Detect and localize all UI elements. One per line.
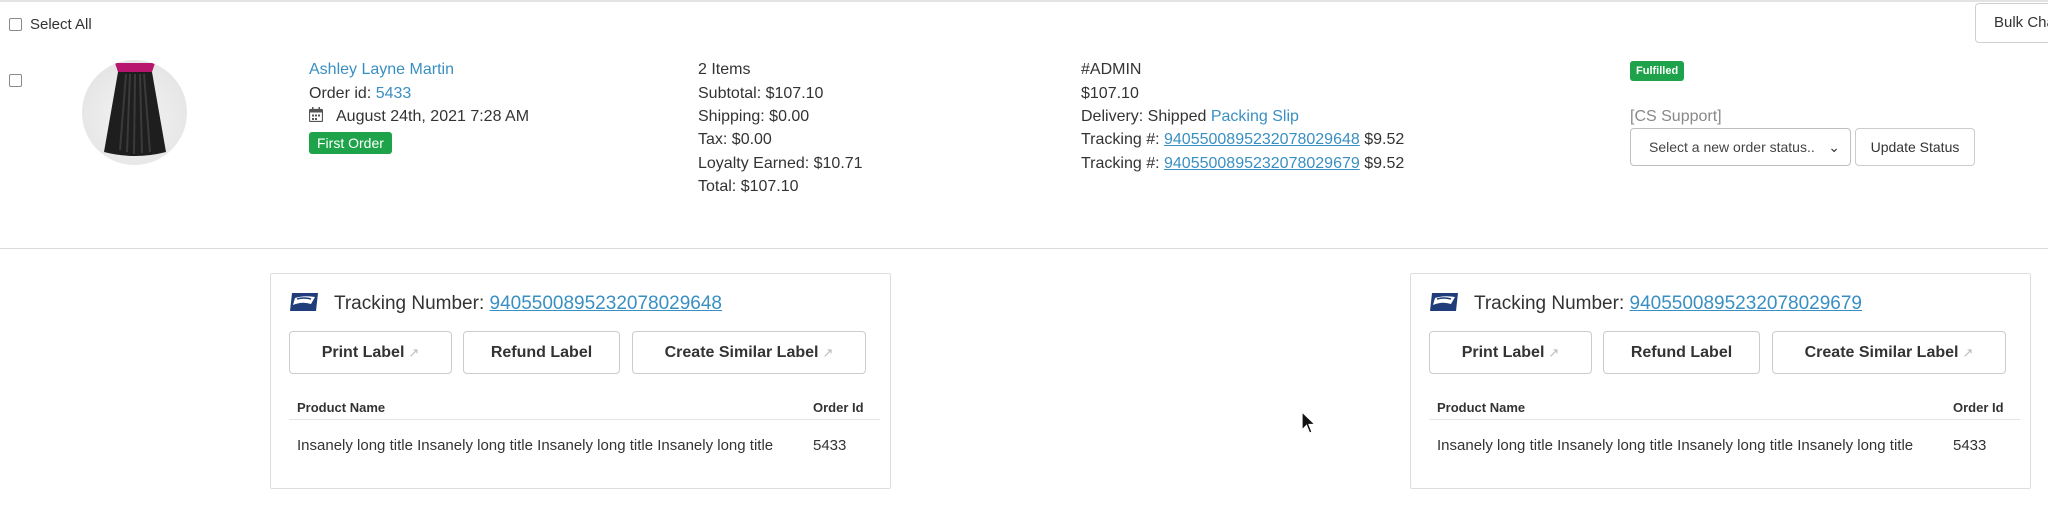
usps-logo-icon (289, 292, 319, 312)
product-name-cell: Insanely long title Insanely long title … (1437, 437, 1914, 454)
tracking-number-row: Tracking Number: 9405500895232078029648 (289, 291, 722, 317)
tracking-line-2: Tracking #: 9405500895232078029679 $9.52 (1081, 154, 1404, 174)
order-id-cell: 5433 (1953, 437, 1987, 454)
create-similar-label-text: Create Similar Label (1804, 344, 1959, 361)
select-all-label: Select All (30, 16, 92, 33)
mouse-cursor-icon (1301, 410, 1317, 435)
tracking-number-label: Tracking Number: (333, 293, 485, 314)
order-date: August 24th, 2021 7:28 AM (336, 108, 530, 125)
external-link-icon: ↗ (408, 345, 420, 360)
select-all-checkbox[interactable] (9, 18, 22, 31)
print-label-button[interactable]: Print Label ↗ (289, 331, 452, 374)
create-similar-label-text: Create Similar Label (664, 344, 819, 361)
tracking-label: Tracking #: (1081, 155, 1160, 172)
shipping-label-card: Tracking Number: 9405500895232078029648 … (270, 273, 891, 489)
external-link-icon: ↗ (822, 345, 834, 360)
product-name-cell: Insanely long title Insanely long title … (297, 437, 774, 454)
create-similar-label-button[interactable]: Create Similar Label ↗ (1772, 331, 2006, 374)
col-order-id: Order Id (1953, 400, 2004, 415)
tracking-line-1: Tracking #: 9405500895232078029648 $9.52 (1081, 130, 1404, 150)
order-status-select[interactable]: Select a new order status.. ⌄ (1630, 128, 1851, 166)
col-product-name: Product Name (297, 400, 386, 415)
total: Total: $107.10 (698, 178, 799, 195)
order-amount: $107.10 (1081, 85, 1139, 102)
order-id-cell: 5433 (813, 437, 847, 454)
tracking-label: Tracking #: (1081, 131, 1160, 148)
tax: Tax: $0.00 (698, 131, 772, 148)
external-link-icon: ↗ (1548, 345, 1560, 360)
print-label-text: Print Label (321, 344, 405, 361)
tracking-link-1[interactable]: 9405500895232078029648 (1164, 131, 1360, 148)
items-count: 2 Items (698, 61, 751, 78)
cs-support-link[interactable]: [CS Support] (1630, 107, 1722, 127)
admin-tag: #ADMIN (1081, 61, 1142, 78)
shipping-label-card: Tracking Number: 9405500895232078029679 … (1410, 273, 2031, 489)
create-similar-label-button[interactable]: Create Similar Label ↗ (632, 331, 866, 374)
print-label-text: Print Label (1461, 344, 1545, 361)
subtotal: Subtotal: $107.10 (698, 85, 824, 102)
chevron-down-icon: ⌄ (1828, 139, 1840, 155)
order-id-link[interactable]: 5433 (376, 85, 412, 102)
external-link-icon: ↗ (1962, 345, 1974, 360)
skirt-image (104, 63, 166, 156)
product-thumbnail[interactable] (82, 60, 187, 165)
refund-label-button[interactable]: Refund Label (463, 331, 620, 374)
col-order-id: Order Id (813, 400, 864, 415)
packing-slip-link[interactable]: Packing Slip (1211, 108, 1299, 125)
tracking-number-row: Tracking Number: 9405500895232078029679 (1429, 291, 1862, 317)
tracking-cost-1: $9.52 (1364, 131, 1405, 148)
shipping: Shipping: $0.00 (698, 108, 810, 125)
print-label-button[interactable]: Print Label ↗ (1429, 331, 1592, 374)
col-product-name: Product Name (1437, 400, 1526, 415)
table-divider (1429, 419, 2020, 420)
refund-label-button[interactable]: Refund Label (1603, 331, 1760, 374)
delivery-label: Delivery: Shipped (1081, 108, 1207, 125)
bulk-change-button[interactable]: Bulk Cha (1975, 3, 2048, 43)
loyalty-earned: Loyalty Earned: $10.71 (698, 155, 863, 172)
delivery-line: Delivery: Shipped Packing Slip (1081, 107, 1299, 127)
usps-logo-icon (1429, 292, 1459, 312)
first-order-badge: First Order (309, 132, 392, 154)
order-id-line: Order id: 5433 (309, 84, 411, 104)
tracking-cost-2: $9.52 (1364, 155, 1405, 172)
tracking-link-2[interactable]: 9405500895232078029679 (1164, 155, 1360, 172)
table-divider (289, 419, 880, 420)
customer-name-link[interactable]: Ashley Layne Martin (309, 60, 454, 80)
update-status-button[interactable]: Update Status (1855, 128, 1975, 166)
tracking-number-link[interactable]: 9405500895232078029679 (1630, 293, 1862, 314)
order-id-label: Order id: (309, 85, 372, 102)
fulfilled-status-badge: Fulfilled (1630, 61, 1685, 81)
calendar-icon (308, 107, 324, 123)
tracking-number-label: Tracking Number: (1473, 293, 1625, 314)
order-status-placeholder: Select a new order status.. (1649, 139, 1815, 155)
order-row-checkbox[interactable] (9, 74, 22, 87)
order-row-divider (0, 248, 2048, 249)
top-divider (0, 0, 2048, 2)
tracking-number-link[interactable]: 9405500895232078029648 (490, 293, 722, 314)
